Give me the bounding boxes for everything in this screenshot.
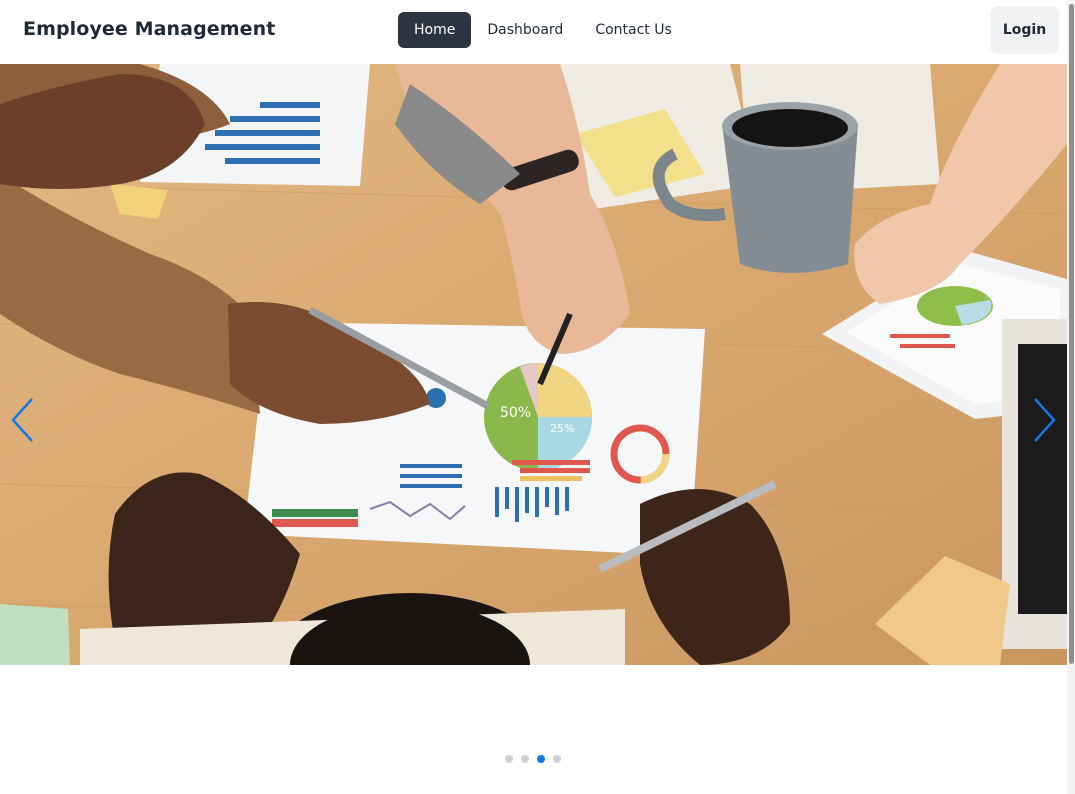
carousel-indicator-4[interactable] [553, 755, 561, 763]
carousel-slide-image: 50% 25% [0, 64, 1067, 665]
carousel-next-arrow[interactable] [1029, 396, 1059, 444]
carousel-indicators [505, 755, 561, 763]
carousel-indicator-1[interactable] [505, 755, 513, 763]
nav-link-dashboard[interactable]: Dashboard [471, 12, 579, 48]
nav-link-home[interactable]: Home [398, 12, 472, 48]
navbar: Employee Management Home Dashboard Conta… [0, 0, 1067, 64]
nav-link-contact-us[interactable]: Contact Us [579, 12, 687, 48]
sticky-note-green [0, 604, 70, 665]
carousel-prev-arrow[interactable] [8, 396, 38, 444]
login-button[interactable]: Login [990, 6, 1059, 54]
brand-title[interactable]: Employee Management [23, 18, 275, 40]
carousel-indicator-3[interactable] [537, 755, 545, 763]
scrollbar-thumb[interactable] [1069, 4, 1074, 664]
pie-label-small: 25% [550, 422, 574, 435]
nav-links: Home Dashboard Contact Us [398, 12, 688, 48]
carousel-indicator-2[interactable] [521, 755, 529, 763]
hero-carousel: 50% 25% [0, 64, 1067, 665]
pie-label-large: 50% [500, 405, 531, 421]
